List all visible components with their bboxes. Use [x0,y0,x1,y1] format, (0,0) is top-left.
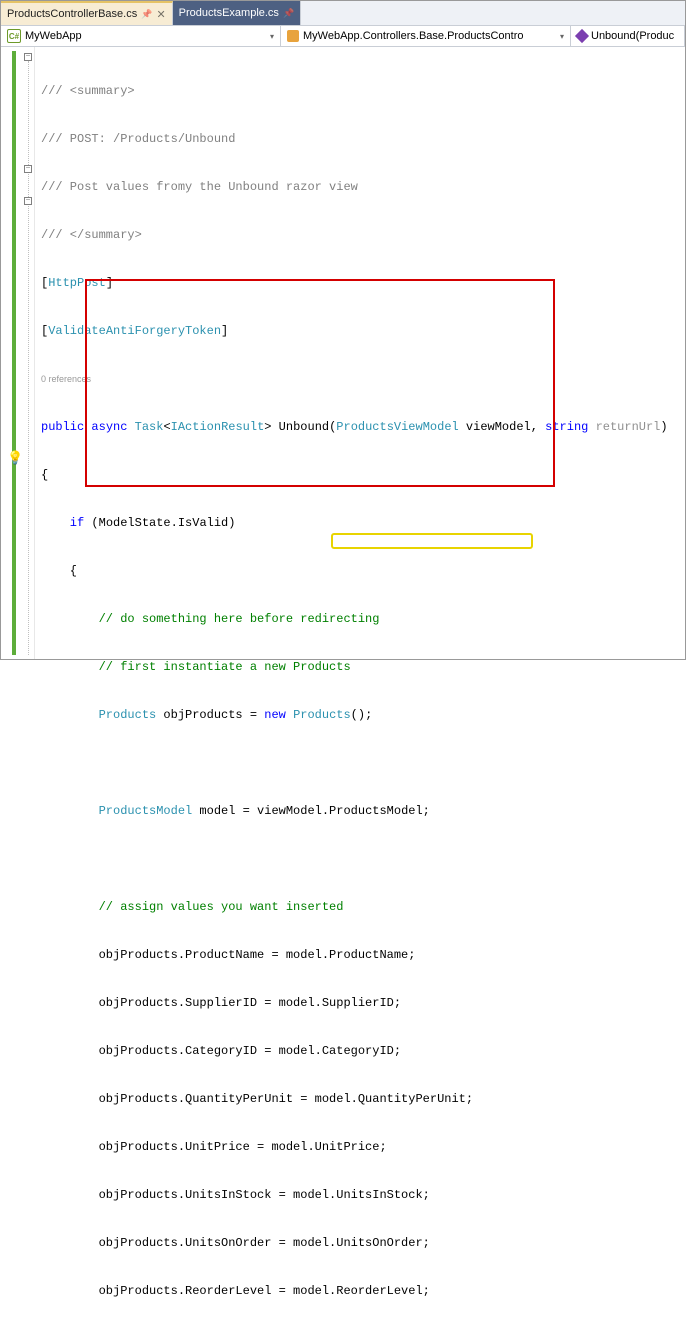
chevron-down-icon: ▾ [560,32,564,41]
outline-collapse-icon[interactable]: − [24,197,32,205]
code-text: // do something here before redirecting [41,612,379,626]
editor-gutter: − − − 💡 [1,47,35,659]
member-dropdown[interactable]: Unbound(Produc [571,26,685,46]
code-text: objProducts = [156,708,264,722]
pin-icon[interactable]: 📌 [141,9,152,20]
project-name: MyWebApp [25,30,82,42]
project-dropdown[interactable]: C# MyWebApp ▾ [1,26,281,46]
code-text: { [41,468,48,482]
code-surface[interactable]: /// <summary> /// POST: /Products/Unboun… [35,47,685,659]
code-text: Products [99,708,157,722]
code-text: (ModelState.IsValid) [84,516,235,530]
code-text: public [41,420,84,434]
code-text: (); [351,708,373,722]
code-text: /// POST: /Products/Unbound [41,132,235,146]
close-icon[interactable]: ✕ [156,8,165,21]
navigation-bar: C# MyWebApp ▾ MyWebApp.Controllers.Base.… [1,25,685,47]
code-text: objProducts.UnitPrice = model.UnitPrice; [41,1140,387,1154]
code-text: objProducts.ReorderLevel = model.Reorder… [41,1284,430,1298]
code-text: /// </summary> [41,228,142,242]
code-text: HttpPost [48,276,106,290]
code-text: ] [106,276,113,290]
outline-collapse-icon[interactable]: − [24,165,32,173]
outline-collapse-icon[interactable]: − [24,53,32,61]
code-text: /// <summary> [41,84,135,98]
code-text: model = viewModel.ProductsModel; [192,804,430,818]
class-icon [287,30,299,42]
code-text: ProductsModel [99,804,193,818]
codelens-references[interactable]: 0 references [41,374,91,384]
code-text: // assign values you want inserted [41,900,343,914]
member-name: Unbound(Produc [591,30,674,42]
class-dropdown[interactable]: MyWebApp.Controllers.Base.ProductsContro… [281,26,571,46]
code-editor[interactable]: − − − 💡 /// <summary> /// POST: /Product… [1,47,685,659]
highlight-yellow-box [331,533,533,549]
code-text: objProducts.SupplierID = model.SupplierI… [41,996,401,1010]
pin-icon[interactable]: 📌 [283,8,294,19]
code-text [41,708,99,722]
tab-bar: ProductsControllerBase.cs 📌 ✕ ProductsEx… [1,1,685,25]
tab-products-example[interactable]: ProductsExample.cs 📌 [173,1,301,25]
code-text: returnUrl [596,420,661,434]
class-name: MyWebApp.Controllers.Base.ProductsContro [303,30,524,42]
code-text: ) [660,420,667,434]
code-text: objProducts.CategoryID = model.CategoryI… [41,1044,401,1058]
change-tracking-bar [12,51,16,655]
code-text [41,804,99,818]
tab-products-controller-base[interactable]: ProductsControllerBase.cs 📌 ✕ [1,1,173,25]
code-text: objProducts.QuantityPerUnit = model.Quan… [41,1092,473,1106]
code-text: objProducts.UnitsOnOrder = model.UnitsOn… [41,1236,430,1250]
code-text: // first instantiate a new Products [41,660,351,674]
tab-label: ProductsControllerBase.cs [7,8,137,20]
code-text: > Unbound( [264,420,336,434]
code-text: Products [293,708,351,722]
csharp-icon: C# [7,29,21,43]
code-text: objProducts.UnitsInStock = model.UnitsIn… [41,1188,430,1202]
chevron-down-icon: ▾ [270,32,274,41]
code-text: Task [135,420,164,434]
lightbulb-icon[interactable]: 💡 [7,451,21,465]
code-text: new [264,708,286,722]
method-icon [575,29,589,43]
code-text: ] [221,324,228,338]
code-text: /// Post values fromy the Unbound razor … [41,180,358,194]
code-text: { [41,564,77,578]
code-text: if [41,516,84,530]
code-text: async [91,420,127,434]
code-text: ProductsViewModel [336,420,458,434]
code-text: ValidateAntiForgeryToken [48,324,221,338]
code-text: objProducts.ProductName = model.ProductN… [41,948,415,962]
code-text: IActionResult [171,420,265,434]
outline-guide [28,61,29,655]
code-text: string [545,420,588,434]
code-text: viewModel, [459,420,545,434]
tab-label: ProductsExample.cs [179,7,279,19]
